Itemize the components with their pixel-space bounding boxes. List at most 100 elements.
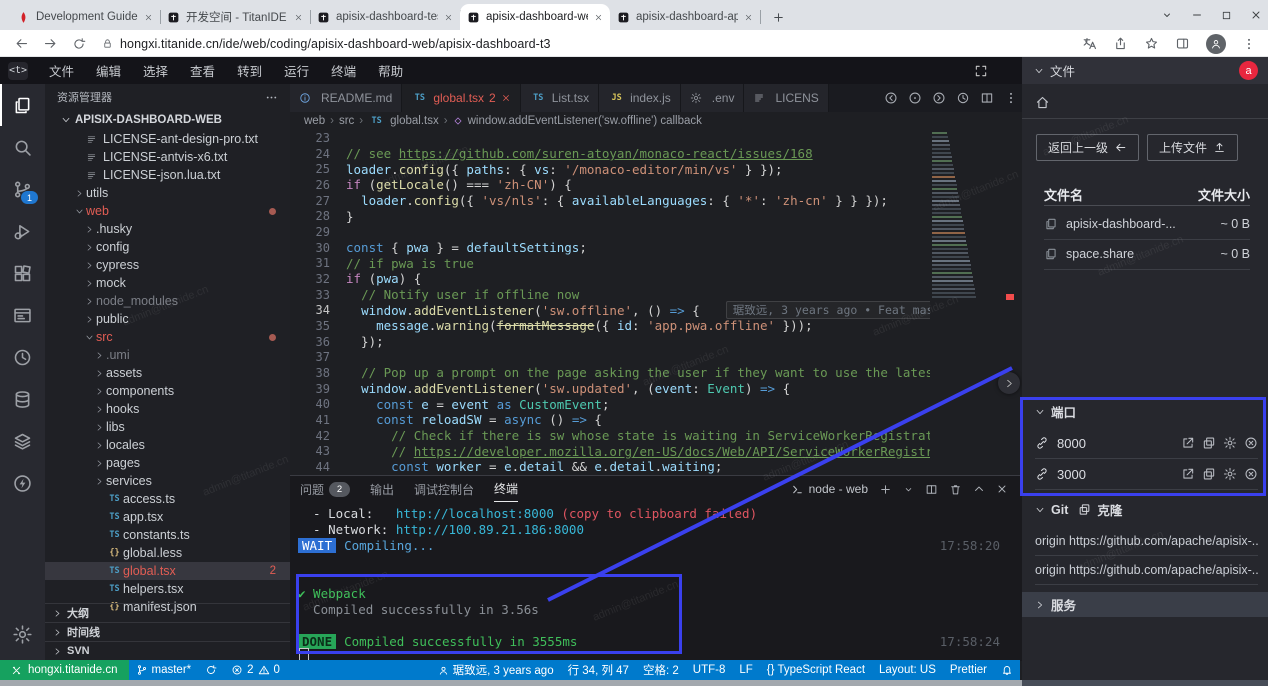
terminal-panel[interactable]: 问题2输出调试控制台终端 node - web - Local: http://…	[290, 475, 1022, 661]
terminal-dropdown-icon[interactable]	[903, 484, 914, 495]
tree-item[interactable]: TSconstants.ts	[45, 526, 290, 544]
new-terminal-icon[interactable]	[879, 483, 892, 496]
menu-item[interactable]: 查看	[179, 57, 226, 84]
menu-item[interactable]: 编辑	[85, 57, 132, 84]
maximize-panel-icon[interactable]	[973, 483, 985, 495]
status-item[interactable]: {} TypeScript React	[760, 660, 872, 680]
upload-file-button[interactable]: 上传文件	[1147, 134, 1238, 161]
minimap[interactable]	[932, 132, 1002, 300]
port-settings-icon[interactable]	[1223, 436, 1237, 450]
editor-tab[interactable]: JSindex.js	[599, 84, 681, 112]
tree-item[interactable]: .husky	[45, 220, 290, 238]
activity-bolt-icon[interactable]	[0, 462, 45, 504]
shell-selector[interactable]: node - web	[791, 482, 868, 496]
activity-files-icon[interactable]	[0, 84, 45, 126]
new-tab-button[interactable]	[766, 5, 790, 29]
explorer-root[interactable]: APISIX-DASHBOARD-WEB	[45, 110, 290, 130]
sync-status[interactable]	[198, 660, 224, 680]
port-row[interactable]: 3000	[1035, 459, 1258, 490]
tree-item[interactable]: LICENSE-antvis-x6.txt	[45, 148, 290, 166]
address-bar[interactable]: hongxi.titanide.cn/ide/web/coding/apisix…	[102, 37, 1082, 51]
browser-tab[interactable]: apisix-dashboard-api - TitanID	[610, 4, 760, 30]
panel-tab-终端[interactable]: 终端	[494, 476, 518, 502]
tab-close-icon[interactable]	[744, 13, 753, 22]
status-item[interactable]: Prettier	[943, 660, 994, 680]
panel-expand-chevron[interactable]	[998, 372, 1020, 394]
panel-tab-输出[interactable]: 输出	[370, 476, 394, 502]
tree-item[interactable]: TSapp.tsx	[45, 508, 290, 526]
tab-close-icon[interactable]	[294, 13, 303, 22]
tree-item[interactable]: web	[45, 202, 290, 220]
tree-item[interactable]: {}global.less	[45, 544, 290, 562]
tab-close-icon[interactable]	[144, 13, 153, 22]
tree-item[interactable]: hooks	[45, 400, 290, 418]
editor-action-circleL-icon[interactable]	[884, 91, 898, 105]
browser-tab[interactable]: Development Guide | Apache	[10, 4, 160, 30]
tree-item[interactable]: public	[45, 310, 290, 328]
editor-action-clock-icon[interactable]	[956, 91, 970, 105]
side-panel-icon[interactable]	[1175, 36, 1190, 51]
editor-tab[interactable]: .env	[681, 84, 745, 112]
activity-database-icon[interactable]	[0, 378, 45, 420]
clone-icon[interactable]	[1078, 503, 1091, 516]
git-branch-status[interactable]: master*	[129, 660, 199, 680]
tree-item[interactable]: LICENSE-ant-design-pro.txt	[45, 130, 290, 148]
clone-button[interactable]: 克隆	[1097, 500, 1122, 519]
copy-icon[interactable]	[1202, 436, 1216, 450]
kill-terminal-icon[interactable]	[949, 483, 962, 496]
menu-item[interactable]: 终端	[320, 57, 367, 84]
window-close-icon[interactable]	[1250, 9, 1262, 21]
tree-item[interactable]: utils	[45, 184, 290, 202]
status-item[interactable]: Layout: US	[872, 660, 943, 680]
home-icon[interactable]	[1035, 95, 1050, 110]
section-大纲[interactable]: 大纲	[45, 603, 290, 622]
tree-item[interactable]: config	[45, 238, 290, 256]
tree-item[interactable]: .umi	[45, 346, 290, 364]
services-section-header[interactable]: 服务	[1022, 592, 1268, 617]
browser-tab[interactable]: apisix-dashboard-test - TitanID	[310, 4, 460, 30]
tab-close-icon[interactable]	[444, 13, 453, 22]
bookmark-star-icon[interactable]	[1144, 36, 1159, 51]
tree-item[interactable]: src	[45, 328, 290, 346]
menu-item[interactable]: 文件	[38, 57, 85, 84]
menu-item[interactable]: 转到	[226, 57, 273, 84]
breadcrumb-item[interactable]: web	[304, 115, 325, 127]
editor-action-circleDot-icon[interactable]	[908, 91, 922, 105]
status-item[interactable]: UTF-8	[686, 660, 733, 680]
tree-item[interactable]: locales	[45, 436, 290, 454]
editor-tab[interactable]: TSglobal.tsx2	[402, 84, 520, 112]
editor-tab[interactable]: LICENS	[744, 84, 828, 112]
tree-item[interactable]: services	[45, 472, 290, 490]
browser-tab[interactable]: 开发空间 - TitanIDE	[160, 4, 310, 30]
browser-tab[interactable]: apisix-dashboard-web - TitanI	[460, 4, 610, 30]
tree-item[interactable]: assets	[45, 364, 290, 382]
activity-scm-icon[interactable]: 1	[0, 168, 45, 210]
open-external-icon[interactable]	[1181, 467, 1195, 481]
tree-item[interactable]: components	[45, 382, 290, 400]
share-icon[interactable]	[1113, 36, 1128, 51]
file-table-row[interactable]: apisix-dashboard-...~ 0 B	[1044, 209, 1250, 240]
activity-clock-icon[interactable]	[0, 336, 45, 378]
back-icon[interactable]	[14, 36, 29, 51]
breadcrumb-item[interactable]: window.addEventListener('sw.offline') ca…	[468, 115, 702, 127]
maximize-icon[interactable]	[1221, 10, 1232, 21]
section-时间线[interactable]: 时间线	[45, 622, 290, 641]
activity-debug-icon[interactable]	[0, 210, 45, 252]
git-remote-row[interactable]: origin https://github.com/apache/apisix-…	[1035, 556, 1258, 585]
settings-gear-icon[interactable]	[0, 614, 45, 654]
port-settings-icon[interactable]	[1223, 467, 1237, 481]
blame-status[interactable]: 琚致远, 3 years ago	[431, 660, 561, 680]
tree-item[interactable]: TSaccess.ts	[45, 490, 290, 508]
status-item[interactable]: LF	[732, 660, 759, 680]
tree-item[interactable]: cypress	[45, 256, 290, 274]
back-parent-button[interactable]: 返回上一级	[1036, 134, 1139, 161]
status-item[interactable]: 行 34, 列 47	[561, 660, 636, 680]
editor-action-splitpane-icon[interactable]	[980, 91, 994, 105]
close-port-icon[interactable]	[1244, 467, 1258, 481]
panel-tab-调试控制台[interactable]: 调试控制台	[414, 476, 474, 502]
tree-item[interactable]: TShelpers.tsx	[45, 580, 290, 598]
translate-icon[interactable]	[1082, 36, 1097, 51]
activity-layers-icon[interactable]	[0, 420, 45, 462]
activity-preview-icon[interactable]	[0, 294, 45, 336]
tab-close-icon[interactable]	[594, 13, 603, 22]
